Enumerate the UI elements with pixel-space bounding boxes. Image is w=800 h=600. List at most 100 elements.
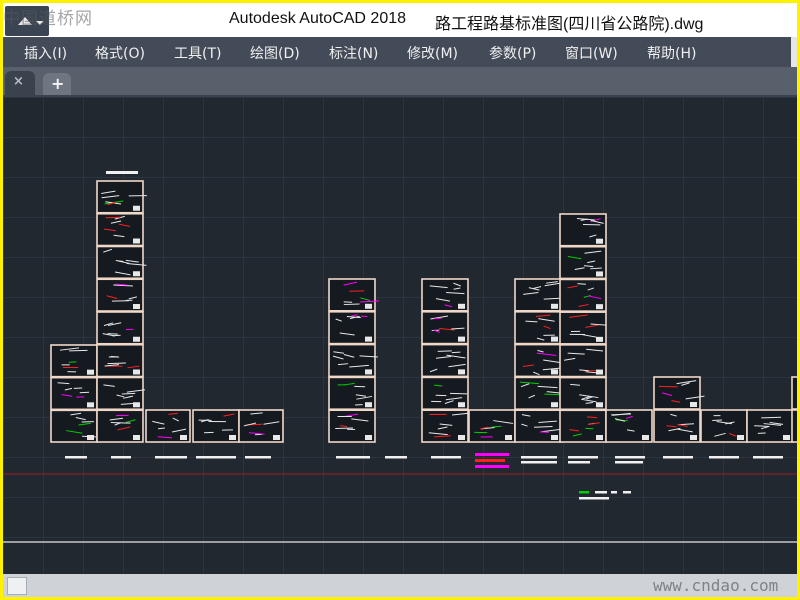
sheet-label	[568, 461, 590, 464]
sheet-label	[521, 461, 557, 464]
note-mark	[611, 491, 617, 494]
sheet-label	[196, 456, 236, 459]
sheet-label	[336, 456, 370, 459]
close-icon[interactable]: ×	[13, 74, 24, 89]
menu-parametric[interactable]: 参数(P)	[489, 43, 536, 63]
sheet-title-block	[133, 435, 140, 440]
sheet-title-block	[365, 303, 372, 309]
sheet-title-block	[133, 402, 140, 408]
drawing-sheets	[3, 171, 797, 543]
horizontal-scrollbar[interactable]: www.cndao.com	[3, 574, 797, 597]
sheet-title-block	[596, 402, 603, 408]
sheet-title-block	[365, 336, 372, 342]
sheet-label	[65, 456, 87, 459]
sheet-title-block	[551, 402, 558, 408]
menu-insert[interactable]: 插入(I)	[24, 43, 67, 63]
sheet-title-block	[133, 238, 140, 244]
sheet-title-block	[596, 369, 603, 375]
sheet-label	[245, 456, 271, 459]
sheet-title-block	[551, 303, 558, 309]
sheet-detail	[107, 333, 118, 335]
window-title-app: Autodesk AutoCAD 2018	[229, 10, 407, 27]
legend-bar-magenta	[475, 453, 509, 456]
legend-bar-magenta	[475, 465, 509, 468]
sheet-title-block	[87, 435, 94, 440]
window-title-file: 路工程路基标准图(四川省公路院).dwg	[435, 16, 704, 33]
sheet-title-block	[365, 435, 372, 440]
sheet-title-block	[365, 402, 372, 408]
menu-tools[interactable]: 工具(T)	[174, 43, 221, 63]
sheet-title-block	[458, 303, 465, 309]
sheet-detail	[525, 320, 538, 323]
sheet-label	[431, 456, 461, 459]
file-tab-bar: × +	[3, 67, 797, 97]
menu-modify[interactable]: 修改(M)	[407, 43, 458, 63]
sheet-title-block	[551, 369, 558, 375]
menu-draw[interactable]: 绘图(D)	[250, 43, 300, 63]
sheet-title-block	[596, 336, 603, 342]
sheet-detail	[712, 419, 722, 422]
sheet-title-block	[87, 402, 94, 408]
watermark-text: 中国道桥网	[3, 9, 93, 29]
sheet-title-block	[458, 402, 465, 408]
sheet-title-block	[737, 435, 744, 440]
sheet-detail	[343, 303, 360, 306]
sheet-title-block	[783, 435, 790, 440]
sheet-title-block	[596, 304, 603, 310]
drawing-sheet	[791, 376, 797, 410]
drawing-sheet	[791, 409, 797, 443]
legend-bar-red	[475, 459, 505, 462]
sheet-label	[568, 456, 598, 459]
sheet-title-block	[551, 336, 558, 342]
sheet-detail	[586, 416, 598, 419]
menu-bar-edge	[791, 37, 797, 67]
note-mark	[579, 497, 609, 500]
sheet-title-block	[690, 435, 697, 440]
sheet-detail	[110, 355, 120, 358]
sheet-title-block	[87, 369, 94, 375]
sheet-detail	[121, 392, 136, 395]
sheet-detail	[69, 349, 88, 352]
sheet-detail	[451, 351, 461, 354]
sheet-detail	[107, 362, 126, 365]
sheet-title-block	[596, 238, 603, 244]
sheet-title-block	[273, 435, 280, 440]
sheet-title-block	[133, 304, 140, 309]
sheet-detail	[105, 216, 121, 219]
sheet-title-block	[551, 435, 558, 440]
sheet-detail	[79, 391, 90, 394]
note-mark	[595, 491, 607, 494]
sheet-label	[615, 456, 645, 459]
app-window: 中国道桥网 Autodesk AutoCAD 2018 路工程路基标准图(四川省…	[3, 3, 797, 597]
note-mark-green	[579, 491, 589, 494]
column-heading-mark	[106, 171, 138, 174]
sheet-title-block	[458, 369, 465, 375]
scrollbar-thumb[interactable]	[7, 577, 27, 595]
menu-dimension[interactable]: 标注(N)	[329, 43, 378, 63]
file-tab[interactable]: ×	[5, 71, 35, 95]
watermark-url: www.cndao.com	[653, 576, 779, 595]
plus-icon: +	[51, 74, 65, 93]
sheet-title-block	[596, 435, 603, 440]
sheet-label	[155, 456, 187, 459]
sheet-title-block	[133, 271, 140, 277]
sheet-label	[753, 456, 783, 459]
drawing-canvas[interactable]	[3, 97, 797, 577]
sheet-title-block	[133, 336, 140, 342]
menu-window[interactable]: 窗口(W)	[565, 43, 618, 63]
sheet-detail	[335, 427, 353, 430]
sheet-title-block	[133, 205, 140, 211]
note-mark	[623, 491, 631, 494]
sheet-title-block	[596, 271, 603, 277]
sheet-title-block	[505, 435, 512, 440]
menu-format[interactable]: 格式(O)	[95, 43, 145, 63]
sheet-detail	[577, 283, 586, 285]
sheet-label	[663, 456, 693, 459]
new-tab-button[interactable]: +	[43, 73, 71, 95]
menu-help[interactable]: 帮助(H)	[647, 43, 696, 63]
title-bar: 中国道桥网 Autodesk AutoCAD 2018 路工程路基标准图(四川省…	[3, 3, 797, 37]
sheet-label	[521, 456, 557, 459]
sheet-title-block	[458, 435, 465, 440]
sheet-detail	[754, 425, 770, 427]
sheet-label	[615, 461, 643, 464]
